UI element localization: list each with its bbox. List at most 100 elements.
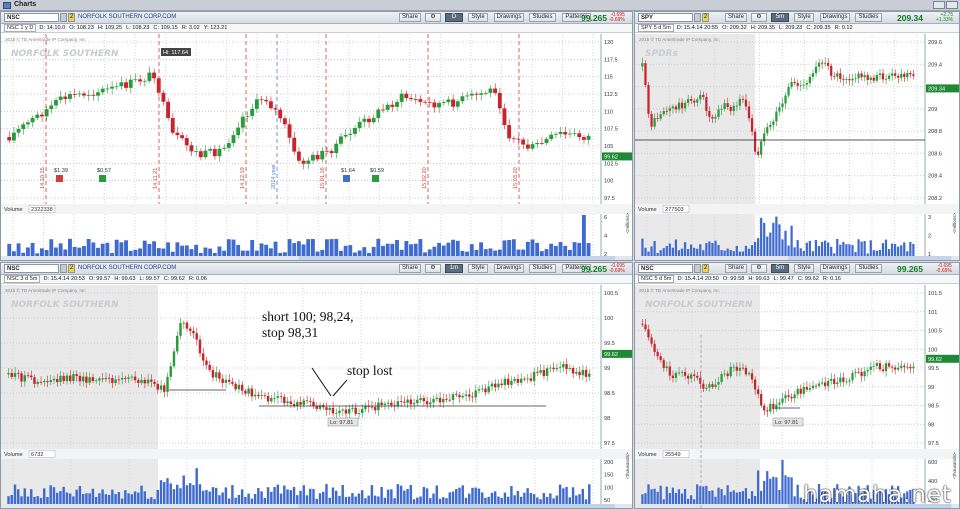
- candle-body: [680, 102, 684, 109]
- volume-bar: [390, 489, 393, 506]
- candle-body: [52, 379, 56, 381]
- candle-body: [912, 366, 915, 369]
- candle-body: [7, 137, 12, 141]
- candle-body: [477, 389, 481, 391]
- dividend-event-icon[interactable]: [372, 175, 379, 182]
- dividend-event-icon[interactable]: [99, 175, 106, 182]
- volume-value: 25549: [665, 452, 681, 458]
- copyright-text: 2015 © TD Ameritrade IP Company, Inc: [639, 36, 720, 42]
- candle-body: [432, 102, 437, 108]
- candle-body: [176, 335, 179, 352]
- candle-body: [529, 378, 533, 381]
- dividend-event-icon[interactable]: [343, 175, 350, 182]
- candle-body: [741, 98, 745, 100]
- candle-body: [137, 380, 140, 383]
- layout-icon[interactable]: [933, 1, 945, 9]
- scrollbar-thumb[interactable]: [298, 256, 616, 261]
- volume-unit: <thousands>: [952, 452, 957, 479]
- candle-body: [521, 139, 526, 145]
- chart-canvas[interactable]: 209.6209.4209.2209208.8208.6208.4208.220…: [635, 12, 960, 261]
- candle-body: [510, 380, 513, 385]
- candle-body: [586, 135, 591, 140]
- volume-bar: [510, 486, 513, 506]
- candle-body: [250, 108, 255, 116]
- candle-body: [227, 379, 231, 382]
- candle-body: [479, 93, 484, 95]
- candle-body: [845, 381, 848, 383]
- candle-body: [222, 147, 227, 149]
- candle-body: [46, 381, 49, 383]
- candle-body: [830, 65, 833, 76]
- volume-bar: [211, 487, 215, 506]
- volume-bar: [665, 486, 668, 506]
- candle-body: [571, 368, 575, 374]
- candle-body: [334, 413, 338, 414]
- candle-body: [738, 98, 741, 106]
- candle-body: [507, 125, 512, 139]
- candle-body: [344, 409, 348, 414]
- candle-body: [760, 141, 763, 155]
- chart-canvas[interactable]: 120 117.5 115 112.5 110 107.5 105 102.5 100 97.5 9…: [1, 12, 633, 261]
- price-axis-tick: 208.6: [928, 151, 942, 157]
- candle-body: [409, 98, 413, 100]
- candle-body: [429, 402, 432, 405]
- candle-body: [836, 382, 839, 385]
- candle-body: [490, 383, 494, 387]
- scrollbar-thumb[interactable]: [298, 504, 616, 509]
- candle-body: [208, 364, 211, 370]
- volume-bar: [588, 484, 591, 506]
- dividend-event-icon[interactable]: [56, 175, 63, 182]
- dividend-label: $1.39: [54, 168, 68, 174]
- candle-body: [851, 78, 854, 81]
- chart-canvas[interactable]: 100.5 100 99.5 99 98.5 98 97.5 99.62 2015 © TD A…: [1, 263, 633, 509]
- candle-body: [906, 366, 909, 368]
- candle-body: [383, 403, 387, 405]
- candle-body: [166, 101, 171, 119]
- volume-bar: [558, 484, 562, 506]
- volume-bar: [425, 488, 429, 506]
- candle-body: [887, 363, 891, 367]
- candle-body: [900, 73, 903, 78]
- volume-axis-tick: 6: [604, 215, 607, 221]
- volume-bar: [188, 483, 192, 506]
- candle-body: [184, 138, 189, 146]
- candle-body: [656, 118, 659, 119]
- candle-body: [273, 397, 276, 399]
- candle-body: [690, 99, 693, 101]
- date-marker-label: 14.12.19: [240, 167, 246, 189]
- candle-body: [833, 379, 836, 385]
- price-axis-tick: 99.5: [928, 366, 939, 372]
- candle-body: [686, 99, 690, 103]
- candle-body: [650, 337, 653, 344]
- volume-bar: [322, 491, 325, 506]
- candle-body: [465, 95, 470, 97]
- volume-bar: [766, 471, 769, 506]
- volume-bar: [769, 478, 772, 506]
- grid-icon[interactable]: [946, 1, 958, 9]
- candle-body: [647, 85, 650, 114]
- candle-body: [558, 367, 562, 369]
- candle-body: [726, 103, 729, 107]
- volume-bar: [705, 485, 708, 506]
- candle-body: [729, 106, 732, 112]
- volume-bar: [702, 486, 705, 506]
- chart-panel-br: NSC 2 Share ⚙ 5m Style Drawings Studies 99.265 -0…: [634, 262, 960, 509]
- volume-label: Volume: [4, 452, 23, 458]
- candle-body: [588, 373, 591, 377]
- candle-body: [772, 403, 775, 410]
- candle-body: [247, 388, 250, 394]
- scrollbar-thumb[interactable]: [788, 256, 952, 261]
- candle-body: [811, 385, 815, 389]
- candle-body: [205, 360, 208, 365]
- candle-body: [817, 62, 821, 67]
- candle-body: [7, 372, 10, 375]
- candle-body: [44, 109, 49, 117]
- candle-body: [185, 322, 189, 329]
- volume-bar: [717, 487, 720, 506]
- volume-bar: [422, 486, 426, 506]
- candle-body: [75, 374, 78, 376]
- candle-body: [403, 401, 406, 403]
- chart-canvas[interactable]: 101.5 101 100.5 100 99.5 99 98.5 98 97.5 99.62 201…: [635, 263, 960, 509]
- candle-body: [240, 116, 245, 128]
- candle-body: [506, 378, 510, 385]
